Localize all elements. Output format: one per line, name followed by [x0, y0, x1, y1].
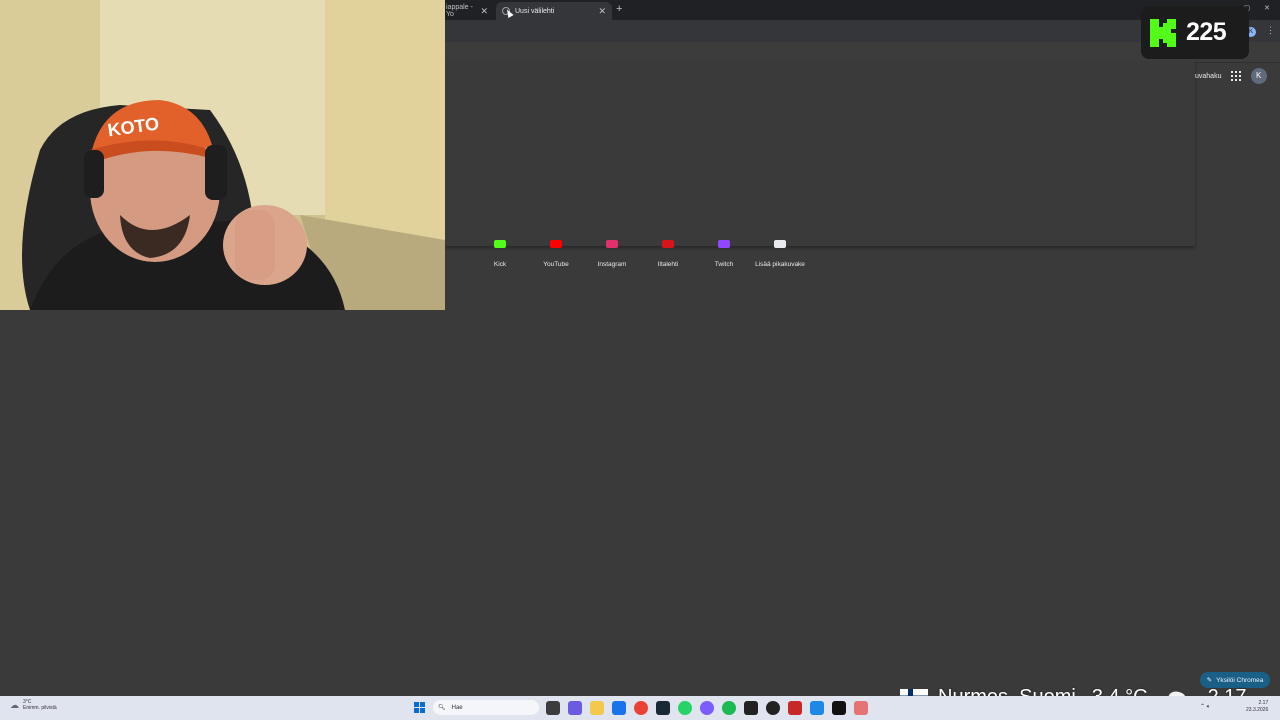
game-icon[interactable]: [854, 701, 868, 715]
whatsapp-icon[interactable]: [678, 701, 692, 715]
copilot-icon[interactable]: [568, 701, 582, 715]
youtube-icon: [550, 240, 562, 248]
folder-icon[interactable]: [590, 701, 604, 715]
shortcuts-grid: Kick YouTube Instagram Iltalehti Twitch …: [472, 240, 808, 268]
google-account-avatar[interactable]: K: [1250, 68, 1267, 84]
search-icon: 🔍︎: [438, 705, 446, 711]
plus-icon: [774, 240, 786, 248]
kick-icon: [494, 240, 506, 248]
tab-youtube[interactable]: iappale - Yo ✕: [440, 2, 492, 20]
webcam-overlay: KOTO: [0, 0, 445, 310]
tab-title: Uusi välilehti: [515, 7, 555, 15]
weather-desc: Enimm. pilvistä: [23, 705, 57, 711]
image-search-link[interactable]: uvahaku: [1195, 73, 1221, 80]
customize-label: Yksilöi Chromea: [1216, 676, 1264, 684]
shortcut-add[interactable]: Lisää pikakuvake: [752, 240, 808, 268]
taskbar-search[interactable]: 🔍︎ Hae: [433, 700, 539, 715]
webcam-image: KOTO: [0, 0, 445, 310]
shortcut-kick[interactable]: Kick: [472, 240, 528, 268]
system-tray[interactable]: ⌃ 🔈︎: [1200, 703, 1210, 711]
pinned-apps: [546, 701, 868, 715]
clock-date: 23.3.2026: [1246, 707, 1269, 713]
shortcut-twitch[interactable]: Twitch: [696, 240, 752, 268]
weather-widget[interactable]: ☁ 3°C Enimm. pilvistä: [10, 699, 57, 711]
taskbar-clock[interactable]: 2.17 23.3.2026: [1246, 700, 1268, 714]
obs-icon[interactable]: [766, 701, 780, 715]
chrome-icon[interactable]: [634, 701, 648, 715]
steam-icon[interactable]: [656, 701, 670, 715]
shortcut-iltalehti[interactable]: Iltalehti: [640, 240, 696, 268]
messenger-icon[interactable]: [700, 701, 714, 715]
shortcut-youtube[interactable]: YouTube: [528, 240, 584, 268]
windows-start-icon[interactable]: [414, 702, 425, 713]
iltalehti-icon: [662, 240, 674, 248]
new-tab-button[interactable]: +: [616, 3, 622, 15]
tab-title: iappale - Yo: [446, 4, 473, 18]
file-explorer-icon[interactable]: [546, 701, 560, 715]
capcut-icon[interactable]: [832, 701, 846, 715]
shortcut-instagram[interactable]: Instagram: [584, 240, 640, 268]
twitch-icon: [718, 240, 730, 248]
mail-icon[interactable]: [612, 701, 626, 715]
pencil-icon: ✎: [1206, 677, 1213, 684]
menu-icon[interactable]: ⋮: [1266, 25, 1275, 36]
follower-counter: 225: [1141, 6, 1249, 59]
spotify-icon[interactable]: [722, 701, 736, 715]
close-window-button[interactable]: ✕: [1264, 4, 1270, 12]
close-icon[interactable]: ✕: [480, 6, 488, 17]
ntp-search-panel: [445, 62, 1195, 246]
kick-icon[interactable]: [744, 701, 758, 715]
app-icon[interactable]: [788, 701, 802, 715]
ntp-header: uvahaku K: [1195, 68, 1267, 84]
close-icon[interactable]: ✕: [598, 6, 606, 17]
instagram-icon: [606, 240, 618, 248]
tab-new-tab[interactable]: Uusi välilehti ✕: [496, 2, 612, 20]
counter-value: 225: [1186, 18, 1227, 46]
vscode-icon[interactable]: [810, 701, 824, 715]
search-placeholder: Hae: [451, 704, 463, 711]
clock-time: 2.17: [1258, 700, 1269, 706]
cloud-icon: ☁: [10, 699, 19, 710]
google-apps-icon[interactable]: [1231, 71, 1241, 81]
windows-taskbar: ☁ 3°C Enimm. pilvistä 🔍︎ Hae ⌃ 🔈︎ 2.17 2…: [0, 696, 1280, 720]
kick-logo-icon: [1150, 18, 1176, 47]
